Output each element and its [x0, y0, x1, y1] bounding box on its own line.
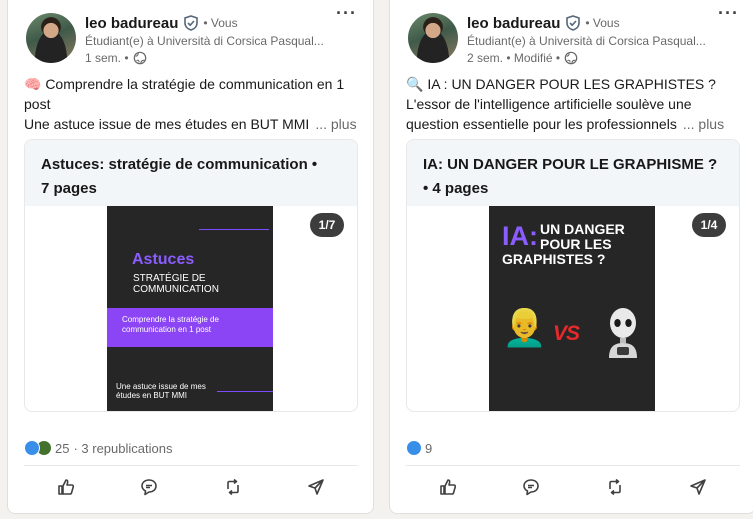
send-button[interactable]: [286, 470, 346, 504]
author-headline: Étudiant(e) à Università di Corsica Pasq…: [85, 34, 324, 48]
globe-icon: [564, 51, 578, 65]
feed-post-card: leo badureau • Vous Étudiant(e) à Univer…: [7, 0, 374, 514]
you-label: • Vous: [585, 16, 620, 30]
send-button[interactable]: [668, 470, 728, 504]
divider: [24, 465, 358, 466]
page-indicator-badge: 1/7: [310, 213, 344, 237]
repost-icon: [608, 478, 621, 496]
reaction-count[interactable]: 25: [55, 441, 69, 456]
slide-title-accent: IA:: [502, 221, 538, 251]
repost-icon: [226, 478, 239, 496]
slide-band: Comprendre la stratégie de communication…: [107, 308, 273, 347]
send-icon: [308, 479, 325, 495]
author-headline: Étudiant(e) à Università di Corsica Pasq…: [467, 34, 706, 48]
slide-title: Astuces: [132, 251, 195, 268]
repost-count[interactable]: · 3 republications: [73, 441, 172, 456]
author-row: leo badureau • Vous: [467, 13, 620, 33]
more-options-button[interactable]: ···: [718, 3, 739, 24]
document-slide[interactable]: IA: UN DANGER POUR LES GRAPHISTES ? 👱‍♂️…: [489, 206, 655, 411]
shield-check-icon: [184, 15, 199, 31]
slide-footer: Une astuce issue de mes études en BUT MM…: [116, 382, 206, 400]
post-text-line: post: [24, 96, 51, 112]
document-title-area: IA: UN DANGER POUR LE GRAPHISME ? • 4 pa…: [407, 140, 739, 206]
post-time: 1 sem. •: [85, 51, 129, 65]
document-page-count: 7 pages: [41, 180, 97, 197]
page-indicator-badge: 1/4: [692, 213, 726, 237]
globe-icon: [133, 51, 146, 65]
comment-icon: [523, 479, 540, 496]
action-bar: [24, 467, 358, 507]
person-emoji: 👱‍♂️: [502, 307, 547, 348]
shield-check-icon: [566, 15, 581, 31]
post-meta: 2 sem. • Modifié •: [467, 51, 578, 65]
slide-subtitle: STRATÉGIE DE COMMUNICATION: [133, 273, 219, 295]
post-text-line-content: Une astuce issue de mes études en BUT MM…: [24, 116, 310, 132]
document-attachment[interactable]: Astuces: stratégie de communication • 7 …: [24, 139, 358, 412]
like-button[interactable]: [418, 470, 478, 504]
repost-button[interactable]: [585, 470, 645, 504]
comment-button[interactable]: [501, 470, 561, 504]
document-title: Astuces: stratégie de communication •: [41, 156, 318, 173]
post-text-line: question essentielle pour les profession…: [406, 114, 746, 134]
see-more-link[interactable]: ... plus: [315, 116, 356, 132]
document-page-count: • 4 pages: [423, 180, 489, 197]
post-text-line: 🔍 IA : UN DANGER POUR LES GRAPHISTES ?: [406, 76, 716, 92]
comment-icon: [141, 479, 158, 496]
author-name[interactable]: leo badureau: [85, 15, 178, 32]
more-options-button[interactable]: ···: [336, 3, 357, 24]
social-counts[interactable]: 25 · 3 republications: [24, 440, 172, 456]
reaction-count[interactable]: 9: [425, 441, 432, 456]
divider: [406, 465, 740, 466]
thumbs-up-icon: [57, 479, 74, 495]
slide-decor-line: [199, 229, 269, 230]
document-slide[interactable]: Astuces STRATÉGIE DE COMMUNICATION Compr…: [107, 206, 273, 411]
see-more-link[interactable]: ... plus: [683, 116, 724, 132]
document-title: IA: UN DANGER POUR LE GRAPHISME ?: [423, 156, 718, 173]
comment-button[interactable]: [119, 470, 179, 504]
send-icon: [690, 479, 707, 495]
social-counts[interactable]: 9: [406, 440, 432, 456]
action-bar: [406, 467, 740, 507]
robot-icon: [609, 308, 637, 358]
slide-decor-line: [217, 391, 273, 392]
like-button[interactable]: [36, 470, 96, 504]
post-time: 2 sem. • Modifié •: [467, 51, 561, 65]
document-title-area: Astuces: stratégie de communication • 7 …: [25, 140, 357, 206]
author-row: leo badureau • Vous: [85, 13, 238, 33]
post-text: 🧠 Comprendre la stratégie de communicati…: [24, 74, 364, 134]
repost-button[interactable]: [203, 470, 263, 504]
document-attachment[interactable]: IA: UN DANGER POUR LE GRAPHISME ? • 4 pa…: [406, 139, 740, 412]
post-text-line: L'essor de l'intelligence artificielle s…: [406, 96, 692, 112]
you-label: • Vous: [203, 16, 238, 30]
post-meta: 1 sem. •: [85, 51, 147, 65]
like-reaction-icon: [24, 440, 40, 456]
vs-label: VS: [553, 322, 580, 345]
post-text-line-content: question essentielle pour les profession…: [406, 116, 677, 132]
slide-title: IA: UN DANGER POUR LES GRAPHISTES ?: [502, 222, 652, 267]
avatar[interactable]: [26, 13, 76, 63]
post-text: 🔍 IA : UN DANGER POUR LES GRAPHISTES ? L…: [406, 74, 746, 134]
like-reaction-icon: [406, 440, 422, 456]
post-text-line: 🧠 Comprendre la stratégie de communicati…: [24, 76, 345, 92]
author-name[interactable]: leo badureau: [467, 15, 560, 32]
feed-post-card: leo badureau • Vous Étudiant(e) à Univer…: [389, 0, 753, 514]
thumbs-up-icon: [439, 479, 456, 495]
post-text-line: Une astuce issue de mes études en BUT MM…: [24, 114, 364, 134]
avatar[interactable]: [408, 13, 458, 63]
